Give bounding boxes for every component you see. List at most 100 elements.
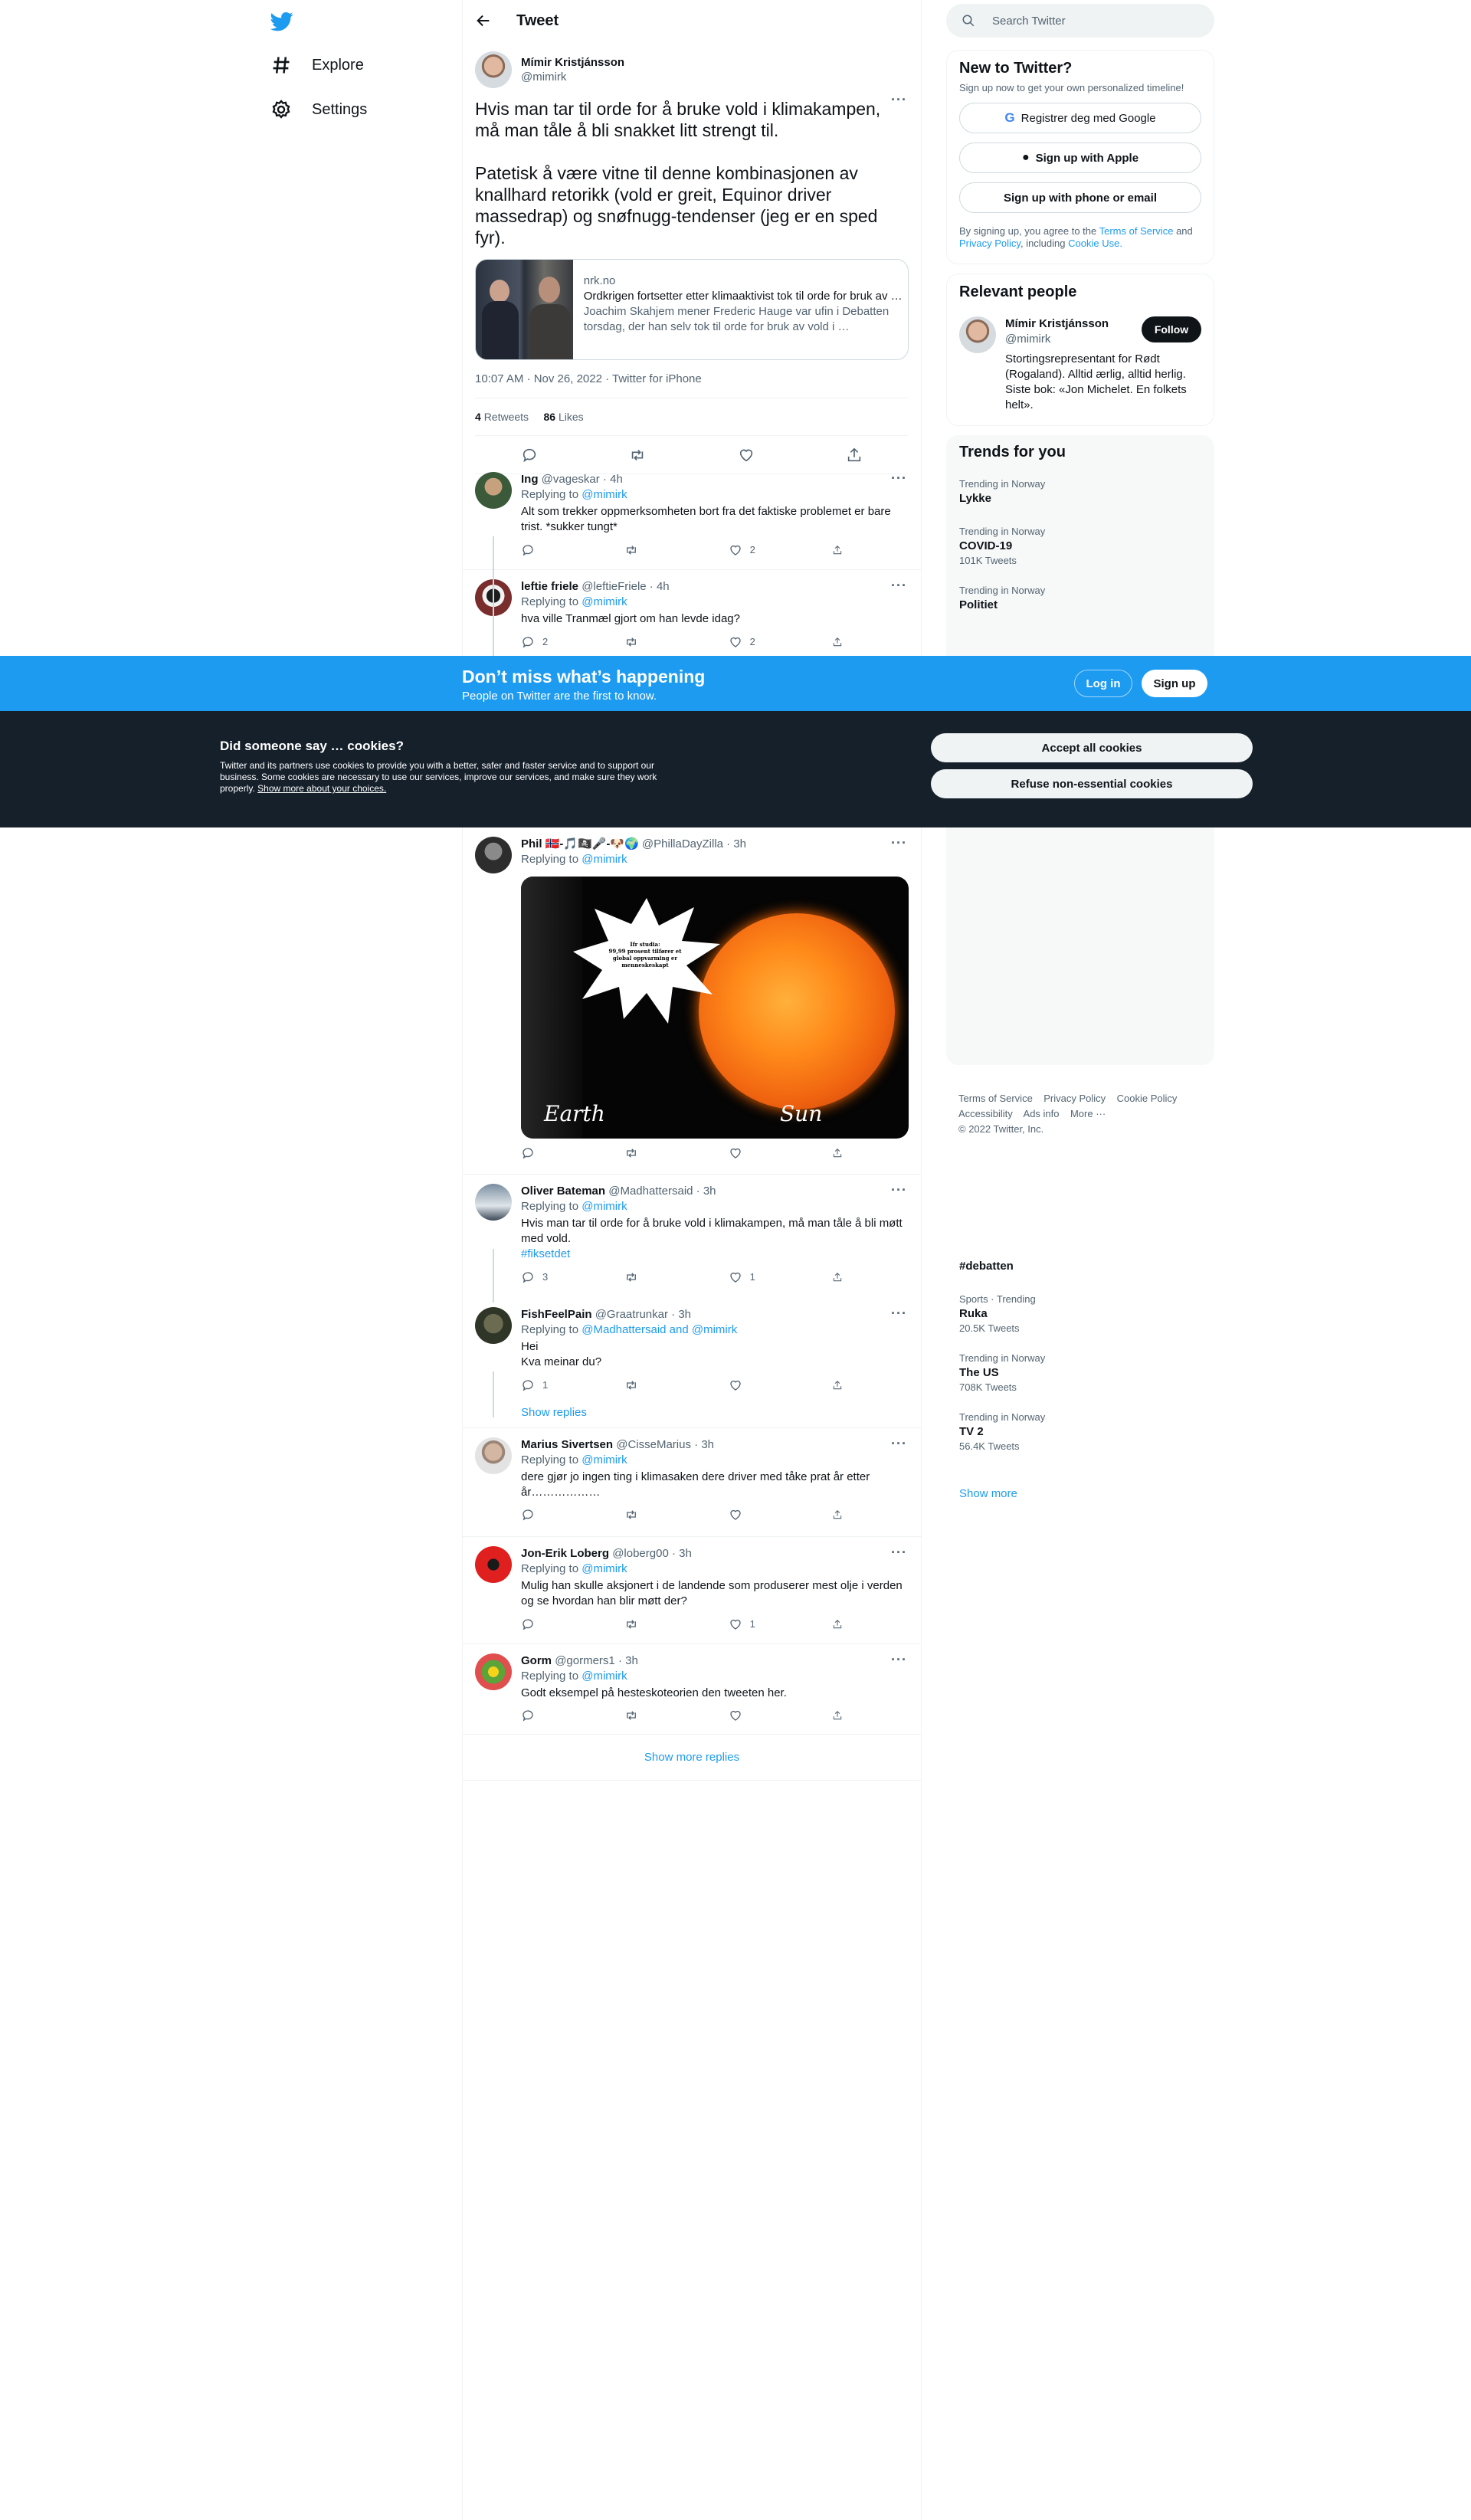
trend-item[interactable]: Trending in Norway TV 2 56.4K Tweets <box>959 1402 1203 1461</box>
login-button[interactable]: Log in <box>1074 670 1132 697</box>
reply-author-handle[interactable]: @gormers1 <box>555 1654 615 1667</box>
show-replies-link[interactable]: Show replies <box>521 1405 909 1421</box>
signup-button[interactable]: Sign up <box>1142 670 1207 697</box>
author-name[interactable]: Mímir Kristjánsson <box>521 56 624 69</box>
trend-item[interactable]: Trending in Norway COVID-19 101K Tweets <box>959 516 1201 575</box>
reply-button[interactable]: 1 <box>521 1378 590 1393</box>
more-options-icon[interactable]: ··· <box>891 1436 907 1452</box>
reply-time[interactable]: 3h <box>679 1547 692 1560</box>
apple-signup-button[interactable]: ● Sign up with Apple <box>959 143 1201 173</box>
replying-to-link[interactable]: @mimirk <box>582 1670 627 1683</box>
reply-button[interactable]: 2 <box>521 634 590 650</box>
avatar[interactable] <box>475 472 512 509</box>
like-button[interactable]: 1 <box>729 1617 798 1632</box>
replying-to-link[interactable]: @mimirk <box>582 1562 627 1575</box>
more-options-icon[interactable]: ··· <box>891 1652 907 1668</box>
reply-time[interactable]: 4h <box>657 580 670 593</box>
footer-accessibility[interactable]: Accessibility <box>958 1108 1013 1119</box>
reply-time[interactable]: 3h <box>678 1308 691 1321</box>
retweet-button[interactable] <box>624 1508 693 1522</box>
replying-to-link[interactable]: @mimirk <box>582 595 627 608</box>
avatar[interactable] <box>475 1437 512 1474</box>
replying-to-link[interactable]: @mimirk <box>582 1453 627 1466</box>
reply-author-handle[interactable]: @loberg00 <box>612 1547 669 1560</box>
reply-tweet[interactable]: Oliver Bateman @Madhattersaid · 3h Reply… <box>463 1175 921 1298</box>
share-button[interactable] <box>832 1709 850 1722</box>
avatar[interactable] <box>475 51 512 88</box>
privacy-link[interactable]: Privacy Policy <box>959 238 1021 249</box>
search-input[interactable]: Search Twitter <box>992 15 1066 28</box>
reply-tweet[interactable]: Marius Sivertsen @CisseMarius · 3h Reply… <box>463 1428 921 1537</box>
reply-time[interactable]: 4h <box>610 473 623 486</box>
reply-button[interactable] <box>521 1146 590 1160</box>
reply-author-handle[interactable]: @CisseMarius <box>616 1438 691 1451</box>
replying-to-link[interactable]: @mimirk <box>582 1200 627 1213</box>
reply-button[interactable] <box>521 542 590 558</box>
reply-button[interactable] <box>521 1709 590 1722</box>
avatar[interactable] <box>475 1546 512 1583</box>
tos-link[interactable]: Terms of Service <box>1099 225 1174 237</box>
accept-cookies-button[interactable]: Accept all cookies <box>931 733 1253 762</box>
like-icon[interactable] <box>738 447 755 464</box>
avatar[interactable] <box>475 1307 512 1344</box>
share-button[interactable] <box>832 1270 850 1285</box>
avatar[interactable] <box>475 1184 512 1221</box>
reply-time[interactable]: 3h <box>703 1185 716 1198</box>
reply-tweet[interactable]: Ing @vageskar · 4h Replying to @mimirk Al… <box>463 463 921 570</box>
reply-author-name[interactable]: leftie friele <box>521 580 578 593</box>
cookie-more-link[interactable]: Show more about your choices. <box>257 783 386 794</box>
follow-button[interactable]: Follow <box>1142 316 1201 342</box>
share-button[interactable] <box>832 1146 850 1160</box>
retweet-button[interactable] <box>624 542 693 558</box>
reply-time[interactable]: 3h <box>733 837 746 850</box>
more-options-icon[interactable]: ··· <box>891 835 907 851</box>
like-button[interactable] <box>729 1709 798 1722</box>
like-count[interactable]: 86 Likes <box>544 411 584 423</box>
reply-button[interactable] <box>521 1508 590 1522</box>
reply-author-name[interactable]: Jon-Erik Loberg <box>521 1547 609 1560</box>
reply-author-handle[interactable]: @vageskar <box>542 473 600 486</box>
reply-author-name[interactable]: Oliver Bateman <box>521 1185 605 1198</box>
footer-privacy[interactable]: Privacy Policy <box>1043 1093 1106 1104</box>
share-button[interactable] <box>832 542 850 558</box>
share-button[interactable] <box>832 1508 850 1522</box>
nav-settings[interactable]: Settings <box>264 87 456 132</box>
share-icon[interactable] <box>846 447 863 464</box>
replying-to-link[interactable]: @mimirk <box>582 853 627 866</box>
more-options-icon[interactable]: ··· <box>891 92 907 108</box>
more-options-icon[interactable]: ··· <box>891 470 907 487</box>
avatar[interactable] <box>475 837 512 873</box>
cookie-use-link[interactable]: Cookie Use. <box>1068 238 1122 249</box>
reply-author-handle[interactable]: @leftieFriele <box>582 580 646 593</box>
reply-author-name[interactable]: Gorm <box>521 1654 552 1667</box>
trend-item[interactable]: Trending in Norway The US 708K Tweets <box>959 1343 1203 1402</box>
like-button[interactable] <box>729 1378 798 1393</box>
retweet-button[interactable] <box>624 1146 693 1160</box>
like-button[interactable]: 2 <box>729 542 798 558</box>
reply-time[interactable]: 3h <box>701 1438 714 1451</box>
show-more-trends[interactable]: Show more <box>959 1487 1017 1500</box>
hashtag-link[interactable]: #fiksetdet <box>521 1247 909 1262</box>
reply-author-name[interactable]: Ing <box>521 473 539 486</box>
share-button[interactable] <box>832 634 850 650</box>
reply-author-handle[interactable]: @PhillaDayZilla <box>642 837 723 850</box>
reply-media[interactable]: Ifr studia: 99,99 prosent tilfører et gl… <box>521 877 909 1139</box>
author-handle[interactable]: @mimirk <box>521 70 624 84</box>
share-button[interactable] <box>832 1378 850 1393</box>
reply-tweet[interactable]: Jon-Erik Loberg @loberg00 · 3h Replying … <box>463 1537 921 1644</box>
tweet-timestamp[interactable]: 10:07 AM · Nov 26, 2022 · Twitter for iP… <box>475 372 909 398</box>
retweet-count[interactable]: 4 Retweets <box>475 411 529 423</box>
show-more-replies-link[interactable]: Show more replies <box>463 1735 921 1781</box>
search-box[interactable]: Search Twitter <box>946 4 1214 38</box>
retweet-button[interactable] <box>624 1617 693 1632</box>
trend-item[interactable]: Sports · Trending Ruka 20.5K Tweets <box>959 1284 1203 1343</box>
retweet-button[interactable] <box>624 1709 693 1722</box>
more-options-icon[interactable]: ··· <box>891 1545 907 1561</box>
reply-author-handle[interactable]: @Graatrunkar <box>595 1308 668 1321</box>
reply-tweet[interactable]: Phil 🇳🇴-🎵🏴‍☠️🎤-🐶🌍 @PhillaDayZilla · 3h R… <box>463 827 921 1175</box>
footer-cookie[interactable]: Cookie Policy <box>1117 1093 1178 1104</box>
avatar[interactable] <box>959 316 996 353</box>
like-button[interactable]: 1 <box>729 1270 798 1285</box>
footer-tos[interactable]: Terms of Service <box>958 1093 1033 1104</box>
like-button[interactable] <box>729 1508 798 1522</box>
